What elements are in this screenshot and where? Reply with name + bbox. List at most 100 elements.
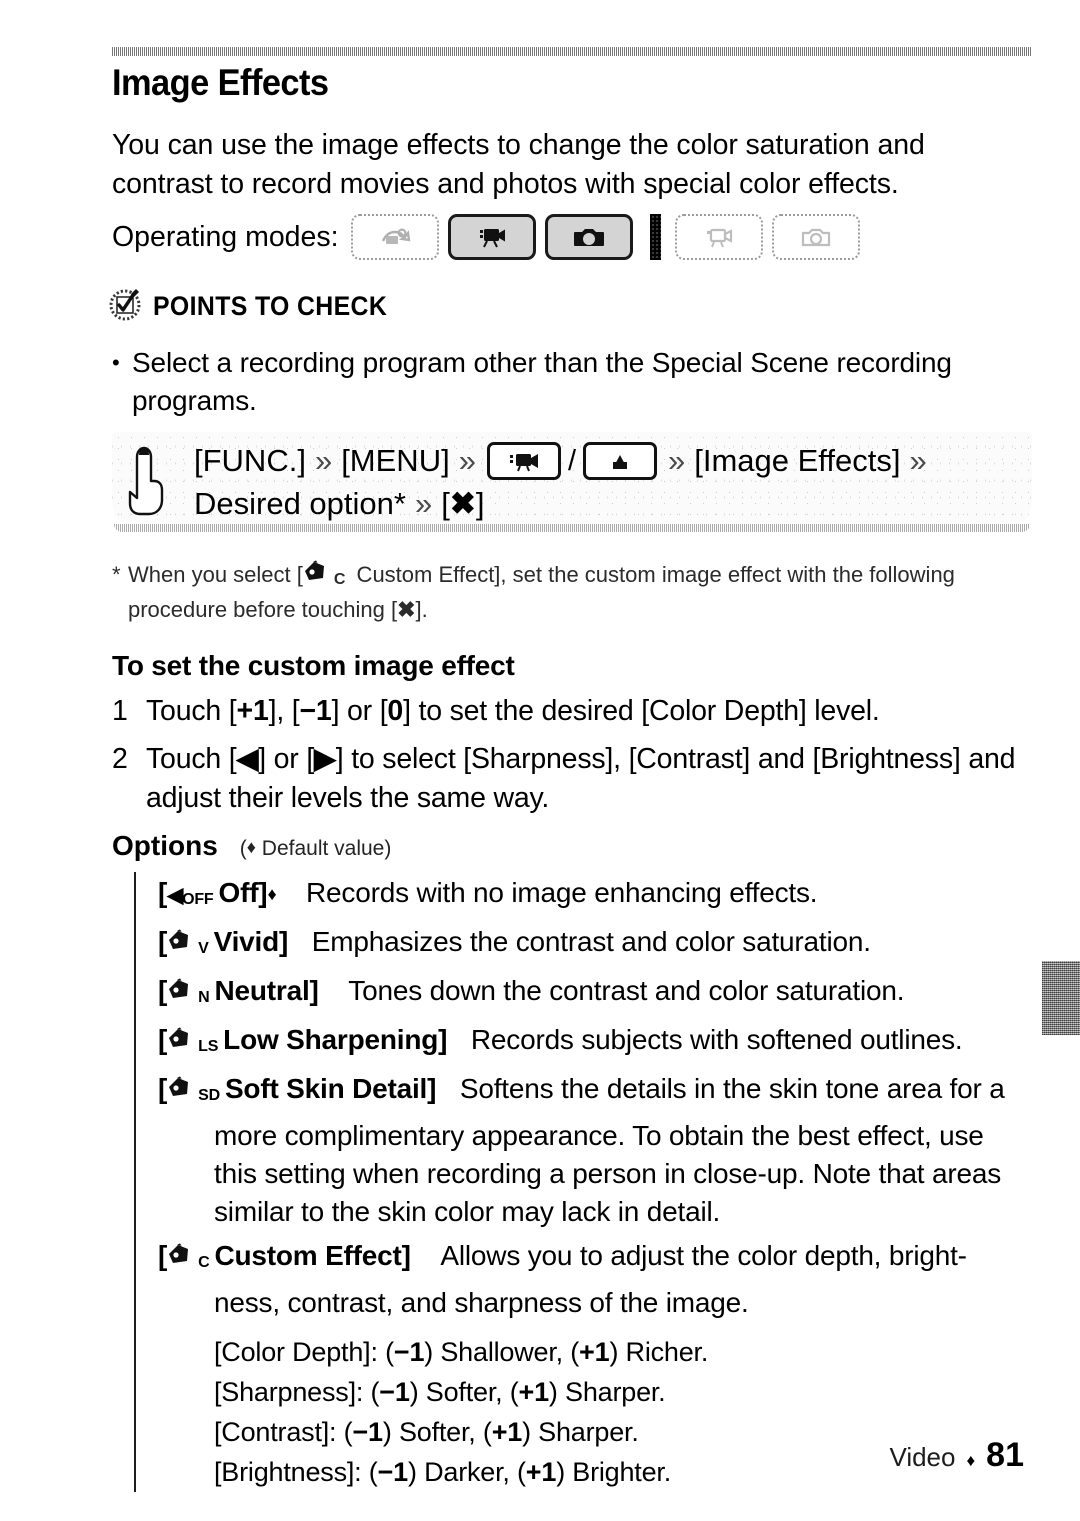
param-sharpness: [Sharpness]: (−1) Softer, (+1) Sharper. <box>214 1372 1024 1412</box>
option-name[interactable]: Soft Skin Detail] <box>225 1073 436 1104</box>
option-description: Records with no image enhancing effects. <box>306 877 818 908</box>
param-plus-word: ) Richer. <box>609 1337 709 1367</box>
step-text: Touch [◀] or [▶] to select [Sharpness], … <box>146 740 1017 818</box>
param-minus-value: −1 <box>352 1417 383 1447</box>
step-text: Touch [+1], [−1] or [0] to set the desir… <box>146 692 1017 731</box>
option-icon-subscript: SD <box>198 1087 220 1104</box>
option-name[interactable]: Off] <box>218 877 267 908</box>
footer-diamond-icon: ♦ <box>966 1451 976 1470</box>
option-name[interactable]: Vivid] <box>214 926 289 957</box>
intro-paragraph: You can use the image effects to change … <box>112 129 925 200</box>
open-bracket: [ <box>158 1240 168 1271</box>
option-icon-subscript: LS <box>198 1038 219 1055</box>
option-term: [ SD Soft Skin Detail] <box>158 1073 436 1104</box>
photo-playback-icon <box>798 223 834 251</box>
option-soft-skin-detail-continuation: more complimentary appearance. To obtain… <box>214 1120 1002 1227</box>
open-bracket: [ <box>158 926 168 957</box>
palette-icon <box>167 1243 197 1269</box>
manual-page: Image Effects You can use the image effe… <box>0 0 1080 1521</box>
palette-icon <box>303 560 333 586</box>
param-open: ( <box>368 1457 378 1487</box>
plus-one-key[interactable]: +1 <box>237 695 269 727</box>
option-term: [V Vivid] <box>158 926 288 957</box>
auto-mode-icon <box>378 223 412 251</box>
step-number: 1 <box>112 695 128 727</box>
minus-one-key[interactable]: −1 <box>299 695 331 727</box>
bullet-text: Select a recording program other than th… <box>132 347 952 416</box>
footnote-icon-subscript: C <box>333 571 346 588</box>
procedure-band-shadow <box>114 524 1030 532</box>
param-minus-word: ) Softer, ( <box>409 1377 519 1407</box>
footnote-text: When you select [C Custom Effect], set t… <box>128 560 1027 625</box>
option-term: [LS Low Sharpening] <box>158 1024 447 1055</box>
palette-icon <box>167 929 197 955</box>
option-off: [◀OFF Off]♦ Records with no image enhanci… <box>158 872 1024 921</box>
option-description: Emphasizes the contrast and color satura… <box>311 926 871 957</box>
param-plus-word: ) Sharper. <box>522 1417 639 1447</box>
option-name[interactable]: Neutral] <box>214 975 318 1006</box>
photo-camera-icon <box>571 223 607 251</box>
open-bracket: [ <box>158 877 168 908</box>
points-to-check-bullet: • Select a recording program other than … <box>112 344 1022 420</box>
param-plus-word: ) Sharper. <box>548 1377 666 1407</box>
footer-section-label: Video <box>889 1442 956 1472</box>
param-plus-word: ) Brighter. <box>556 1457 672 1487</box>
page-number: 81 <box>986 1436 1024 1474</box>
photo-tab-button[interactable] <box>583 442 657 480</box>
param-label: [Sharpness]: <box>214 1377 364 1407</box>
close-bracket-open: [ <box>441 486 450 521</box>
close-icon[interactable]: ✖ <box>450 483 476 525</box>
arrow-right-icon[interactable]: ▶ <box>314 743 336 775</box>
footnote-marker: * <box>112 562 121 587</box>
options-list: [◀OFF Off]♦ Records with no image enhanci… <box>134 872 1024 1492</box>
option-low-sharpening: [LS Low Sharpening] Records subjects with… <box>158 1019 1024 1068</box>
option-name[interactable]: Custom Effect] <box>214 1240 411 1271</box>
note-open-paren: ( <box>239 837 247 860</box>
func-label[interactable]: [FUNC.] <box>194 440 306 482</box>
desired-option-label: Desired option* <box>194 486 406 521</box>
param-minus-value: −1 <box>379 1377 410 1407</box>
option-term: [ N Neutral] <box>158 975 319 1006</box>
movie-camera-icon <box>474 223 510 251</box>
operating-modes-label: Operating modes: <box>112 220 339 253</box>
param-plus-value: +1 <box>518 1377 550 1407</box>
mode-group-divider <box>649 214 661 260</box>
option-neutral: [ N Neutral] Tones down the contrast and c… <box>158 970 1024 1019</box>
image-effects-label[interactable]: [Image Effects] <box>694 440 900 482</box>
step-part: Touch [ <box>146 743 237 775</box>
option-icon-subscript: N <box>198 989 210 1006</box>
open-bracket: [ <box>158 975 168 1006</box>
step-part: Touch [ <box>146 695 237 727</box>
param-label: [Contrast]: <box>214 1417 337 1447</box>
step-part: ], [ <box>268 695 300 727</box>
step-part: ] to set the desired [Color Depth] level… <box>403 695 880 727</box>
menu-label[interactable]: [MENU] <box>341 440 450 482</box>
param-minus-word: ) Softer, ( <box>382 1417 492 1447</box>
off-palette-icon: ◀ <box>167 884 184 907</box>
option-soft-skin-detail: [SD Soft Skin Detail] Softens the details… <box>158 1068 1024 1117</box>
points-to-check-title: POINTS TO CHECK <box>153 291 388 321</box>
option-icon-subscript: C <box>198 1254 210 1271</box>
option-name[interactable]: Low Sharpening] <box>223 1024 447 1055</box>
option-custom-effect-continuation: ness, contrast, and sharpness of the ima… <box>214 1287 749 1318</box>
arrow-left-icon[interactable]: ◀ <box>237 743 259 775</box>
movie-tab-button[interactable] <box>486 442 561 480</box>
option-description: Tones down the contrast and color satura… <box>348 975 905 1006</box>
footnote-text-tail: ]. <box>415 597 428 622</box>
mode-box-movie-record <box>447 214 536 260</box>
palette-icon <box>167 1076 197 1102</box>
operating-modes-row: Operating modes: <box>112 214 869 260</box>
open-bracket: [ <box>158 1073 168 1104</box>
zero-key[interactable]: 0 <box>387 695 403 727</box>
custom-effect-step-1: 1 Touch [+1], [−1] or [0] to set the des… <box>112 692 1017 731</box>
param-minus-value: −1 <box>377 1457 409 1487</box>
arrow-icon: » <box>668 443 686 478</box>
procedure-line-1: [FUNC.] » [MENU] » / » [Image Effects] » <box>194 440 1032 482</box>
arrow-icon: » <box>909 443 927 478</box>
param-label: [Brightness]: <box>214 1457 362 1487</box>
option-description: Records subjects with softened outlines. <box>470 1024 963 1055</box>
procedure-line-2: Desired option* » [ ✖ ] <box>194 483 1032 525</box>
palette-icon <box>167 1027 197 1053</box>
param-plus-value: +1 <box>525 1457 557 1487</box>
movie-playback-icon <box>701 223 737 251</box>
